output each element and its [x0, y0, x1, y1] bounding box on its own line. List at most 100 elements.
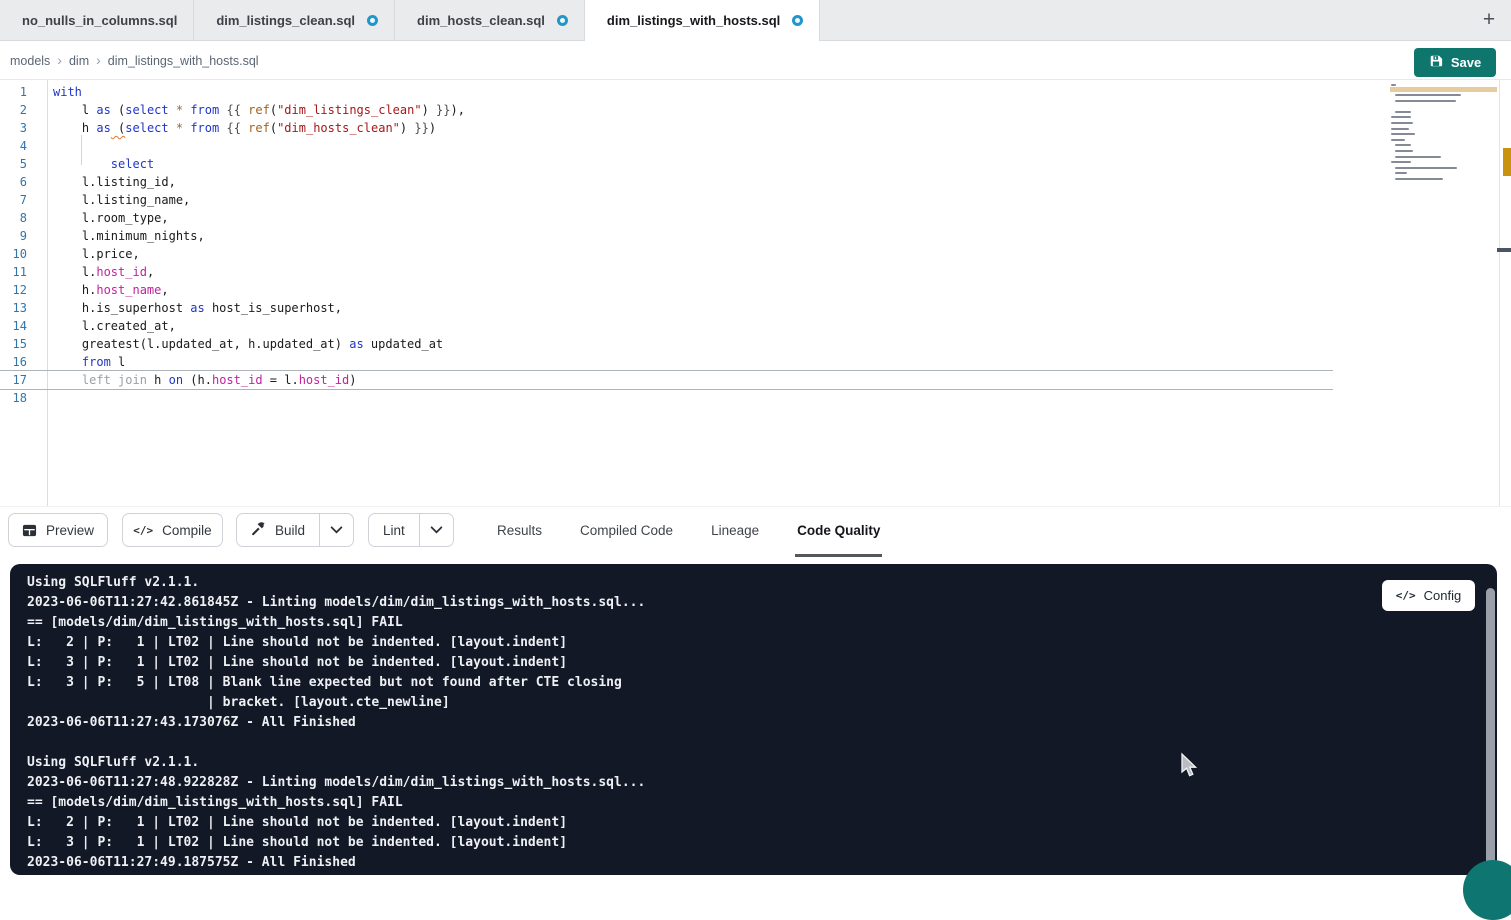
code-line[interactable]: 5 select [0, 155, 1333, 173]
code-token: * [176, 103, 183, 117]
code-line[interactable]: 6 l.listing_id, [0, 173, 1333, 191]
config-button-label: Config [1424, 588, 1462, 603]
file-tab[interactable]: dim_listings_clean.sql [194, 0, 395, 41]
lint-button[interactable]: Lint [369, 514, 419, 546]
lint-dropdown-caret[interactable] [419, 514, 453, 546]
overview-ruler-cursor-marker[interactable] [1497, 248, 1511, 252]
code-token: }} [414, 121, 428, 135]
code-token [53, 157, 111, 171]
code-line[interactable]: 9 l.minimum_nights, [0, 227, 1333, 245]
line-number: 16 [0, 353, 47, 371]
minimap[interactable] [1390, 84, 1496, 284]
panel-tab-results[interactable]: Results [495, 507, 544, 557]
code-editor[interactable]: 1with2 l as (select * from {{ ref("dim_l… [0, 80, 1511, 506]
code-line[interactable]: 8 l.room_type, [0, 209, 1333, 227]
code-line[interactable]: 15 greatest(l.updated_at, h.updated_at) … [0, 335, 1333, 353]
code-line[interactable]: 7 l.listing_name, [0, 191, 1333, 209]
breadcrumb-bar: models›dim›dim_listings_with_hosts.sql [0, 42, 1511, 80]
code-token: ( [270, 103, 277, 117]
code-token: h.is_superhost [53, 301, 190, 315]
file-tab-label: dim_listings_clean.sql [216, 13, 355, 28]
code-token: ref [248, 121, 270, 135]
code-lines: 1with2 l as (select * from {{ ref("dim_l… [0, 83, 1333, 407]
code-line[interactable]: 1with [0, 83, 1333, 101]
save-button[interactable]: Save [1414, 48, 1496, 77]
code-text: l.price, [47, 245, 140, 263]
preview-button[interactable]: Preview [8, 513, 108, 547]
code-token: (h. [183, 373, 212, 387]
line-number: 6 [0, 173, 47, 191]
code-token: updated_at [364, 337, 443, 351]
code-text: select [47, 155, 154, 173]
help-chat-bubble[interactable] [1463, 860, 1511, 920]
minimap-line [1391, 139, 1405, 141]
code-token: host_name [96, 283, 161, 297]
code-line[interactable]: 4 [0, 137, 1333, 155]
code-line[interactable]: 12 h.host_name, [0, 281, 1333, 299]
minimap-line [1395, 144, 1411, 146]
line-number: 17 [0, 371, 47, 389]
line-number: 12 [0, 281, 47, 299]
lint-squiggle: ( [111, 121, 125, 135]
code-token: greatest(l.updated_at, h.updated_at) [53, 337, 349, 351]
terminal-line: 2023-06-06T11:27:48.922828Z - Linting mo… [27, 773, 645, 793]
minimap-line [1395, 172, 1407, 174]
code-line[interactable]: 10 l.price, [0, 245, 1333, 263]
build-button[interactable]: Build [237, 514, 319, 546]
compile-button[interactable]: </> Compile [122, 513, 223, 547]
code-token: l [111, 355, 125, 369]
line-number: 9 [0, 227, 47, 245]
file-tab-label: dim_listings_with_hosts.sql [607, 13, 780, 28]
code-line[interactable]: 13 h.is_superhost as host_is_superhost, [0, 299, 1333, 317]
code-line[interactable]: 17 left join h on (h.host_id = l.host_id… [0, 371, 1333, 389]
code-token: * [176, 121, 183, 135]
build-dropdown-caret[interactable] [319, 514, 353, 546]
breadcrumb-item: dim [69, 54, 89, 68]
code-token: host_id [299, 373, 350, 387]
hammer-icon [251, 521, 266, 539]
code-line[interactable]: 16 from l [0, 353, 1333, 371]
line-number: 3 [0, 119, 47, 137]
code-token: l [53, 103, 96, 117]
code-token: h [147, 373, 169, 387]
code-line[interactable]: 14 l.created_at, [0, 317, 1333, 335]
line-number: 4 [0, 137, 47, 155]
file-tab[interactable]: dim_hosts_clean.sql [395, 0, 585, 41]
action-toolbar: Preview </> Compile Build Lint Results Co… [0, 506, 1511, 558]
file-tab[interactable]: no_nulls_in_columns.sql [0, 0, 194, 41]
unsaved-changes-icon [557, 15, 568, 26]
code-line[interactable]: 11 l.host_id, [0, 263, 1333, 281]
code-text: h.is_superhost as host_is_superhost, [47, 299, 342, 317]
code-token: l.listing_id, [53, 175, 176, 189]
code-token: h. [53, 283, 96, 297]
minimap-line [1395, 94, 1461, 96]
code-token: , [147, 265, 154, 279]
code-text: l.host_id, [47, 263, 154, 281]
minimap-line [1391, 133, 1415, 135]
new-tab-button[interactable]: + [1475, 6, 1503, 34]
code-line[interactable]: 2 l as (select * from {{ ref("dim_listin… [0, 101, 1333, 119]
code-line[interactable]: 18 [0, 389, 1333, 407]
code-token: ) [349, 373, 356, 387]
build-button-label: Build [275, 523, 305, 538]
code-line[interactable]: 3 h as (select * from {{ ref("dim_hosts_… [0, 119, 1333, 137]
breadcrumb-separator: › [96, 52, 101, 68]
terminal-line: L: 3 | P: 1 | LT02 | Line should not be … [27, 653, 645, 673]
panel-tab-lineage[interactable]: Lineage [709, 507, 761, 557]
lint-output-terminal: Using SQLFluff v2.1.1.2023-06-06T11:27:4… [10, 564, 1497, 875]
code-token: select [125, 103, 168, 117]
line-number: 8 [0, 209, 47, 227]
panel-tab-code-quality[interactable]: Code Quality [795, 507, 882, 557]
breadcrumb: models›dim›dim_listings_with_hosts.sql [10, 52, 259, 70]
panel-tab-bar: Results Compiled Code Lineage Code Quality [495, 507, 882, 559]
preview-button-label: Preview [46, 523, 94, 538]
panel-tab-compiled-code[interactable]: Compiled Code [578, 507, 675, 557]
terminal-line: L: 3 | P: 5 | LT08 | Blank line expected… [27, 673, 645, 693]
config-button[interactable]: </> Config [1382, 580, 1475, 611]
code-token: on [169, 373, 183, 387]
minimap-line [1395, 156, 1441, 158]
terminal-scrollbar[interactable] [1486, 588, 1495, 875]
file-tab[interactable]: dim_listings_with_hosts.sql [585, 0, 820, 41]
line-number: 14 [0, 317, 47, 335]
overview-ruler-warning-marker[interactable] [1503, 148, 1511, 176]
